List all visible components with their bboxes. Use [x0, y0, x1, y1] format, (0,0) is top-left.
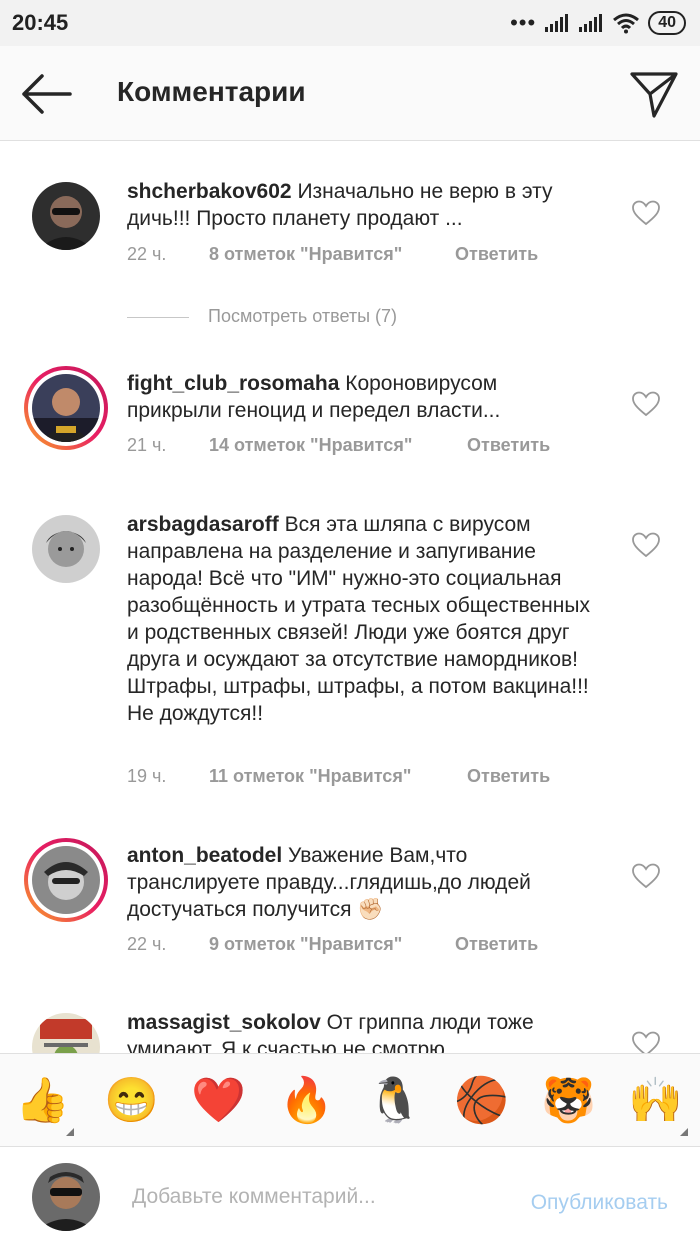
back-arrow-icon[interactable]	[18, 72, 74, 116]
wifi-icon	[613, 13, 640, 34]
emoji-quick-bar: 👍 😁 ❤️ 🔥 🐧 🏀 🐯 🙌	[0, 1053, 700, 1147]
avatar-story-ring[interactable]	[24, 838, 108, 922]
skin-tone-indicator-icon	[66, 1128, 74, 1136]
avatar[interactable]	[32, 182, 100, 250]
page-title: Комментарии	[117, 76, 306, 107]
header: Комментарии	[0, 46, 700, 141]
publish-button[interactable]: Опубликовать	[531, 1191, 668, 1215]
emoji-grin[interactable]: 😁	[104, 1074, 159, 1128]
avatar[interactable]	[32, 1013, 100, 1053]
comment-likes[interactable]: 11 отметок "Нравится"	[209, 766, 411, 787]
comment-input[interactable]	[130, 1181, 474, 1213]
my-avatar	[32, 1163, 100, 1231]
view-replies-link[interactable]: Посмотреть ответы (7)	[208, 306, 397, 327]
emoji-fire[interactable]: 🔥	[279, 1074, 334, 1128]
emoji-thumbs-up[interactable]: 👍	[15, 1074, 70, 1128]
reply-button[interactable]: Ответить	[455, 244, 538, 265]
heart-icon[interactable]	[632, 532, 660, 558]
reply-button[interactable]: Ответить	[455, 934, 538, 955]
comment-text: massagist_sokolov От гриппа люди тоже ум…	[127, 1009, 597, 1053]
comment-likes[interactable]: 8 отметок "Нравится"	[209, 244, 402, 265]
emoji-tiger[interactable]: 🐯	[541, 1074, 596, 1128]
comment-text: shcherbakov602 Изначально не верю в эту …	[127, 178, 597, 232]
emoji-penguin[interactable]: 🐧	[367, 1074, 422, 1128]
comment-time: 22 ч.	[127, 934, 167, 954]
heart-icon[interactable]	[632, 863, 660, 889]
replies-divider	[127, 317, 189, 318]
skin-tone-indicator-icon	[680, 1128, 688, 1136]
comment-time: 19 ч.	[127, 766, 167, 786]
avatar	[32, 846, 100, 914]
battery-icon: 40	[648, 11, 686, 35]
avatar[interactable]	[32, 515, 100, 583]
reply-button[interactable]: Ответить	[467, 766, 550, 787]
comment-text: arsbagdasaroff Вся эта шляпа с вирусом н…	[127, 511, 597, 727]
avatar-story-ring[interactable]	[24, 366, 108, 450]
signal-icon-2	[579, 14, 603, 32]
comment-composer: Опубликовать	[0, 1146, 700, 1245]
heart-icon[interactable]	[632, 391, 660, 417]
heart-icon[interactable]	[632, 1031, 660, 1053]
more-dots-icon: •••	[510, 10, 537, 35]
reply-button[interactable]: Ответить	[467, 435, 550, 456]
comment-username[interactable]: massagist_sokolov	[127, 1011, 321, 1034]
comment-username[interactable]: shcherbakov602	[127, 180, 292, 203]
heart-icon[interactable]	[632, 200, 660, 226]
status-icons: ••• 40	[510, 10, 686, 36]
emoji-basketball[interactable]: 🏀	[454, 1074, 509, 1128]
status-bar: 20:45 ••• 40	[0, 0, 700, 46]
avatar	[32, 374, 100, 442]
comment-username[interactable]: fight_club_rosomaha	[127, 372, 339, 395]
comment-time: 22 ч.	[127, 244, 167, 264]
signal-icon	[545, 14, 569, 32]
comment-text: anton_beatodel Уважение Вам,что транслир…	[127, 842, 597, 923]
comment-body: Вся эта шляпа с вирусом направлена на ра…	[127, 513, 590, 725]
comment-text: fight_club_rosomaha Короновирусом прикры…	[127, 370, 597, 424]
comments-list[interactable]: shcherbakov602 Изначально не верю в эту …	[0, 141, 700, 1053]
status-time: 20:45	[12, 10, 69, 35]
comment-likes[interactable]: 9 отметок "Нравится"	[209, 934, 402, 955]
emoji-raised-hands[interactable]: 🙌	[628, 1074, 683, 1128]
emoji-heart[interactable]: ❤️	[191, 1074, 246, 1128]
comment-likes[interactable]: 14 отметок "Нравится"	[209, 435, 412, 456]
send-direct-icon[interactable]	[628, 68, 680, 120]
comment-username[interactable]: arsbagdasaroff	[127, 513, 279, 536]
comment-username[interactable]: anton_beatodel	[127, 844, 282, 867]
comment-time: 21 ч.	[127, 435, 167, 455]
